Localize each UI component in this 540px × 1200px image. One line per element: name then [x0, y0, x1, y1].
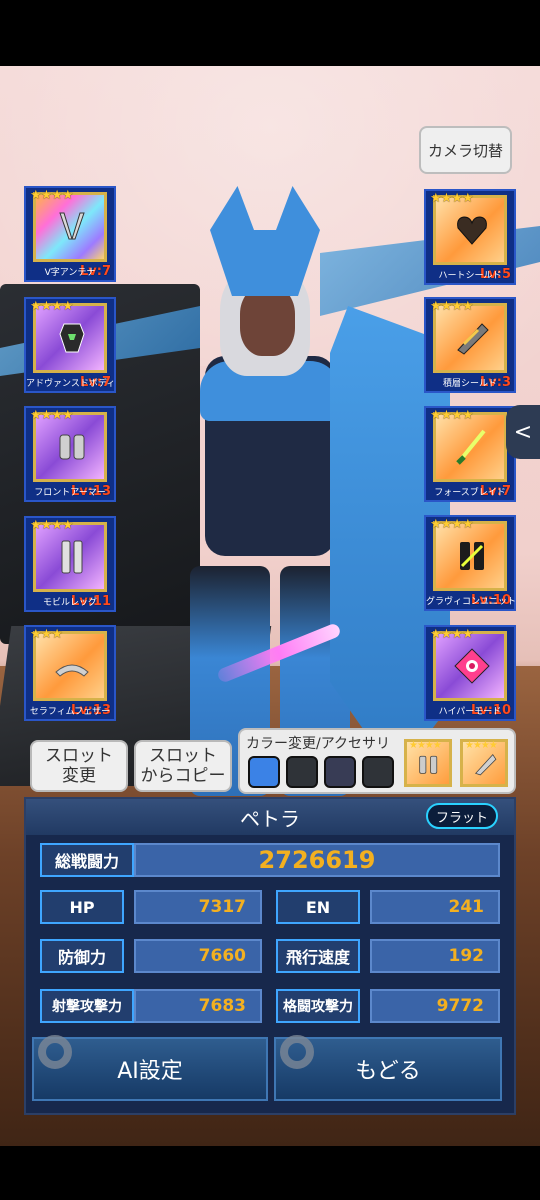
leg-armor-icon	[61, 540, 83, 574]
part-slot-back[interactable]: ★★★ Lv:13 セラフィムフェザー	[24, 625, 116, 721]
ai-settings-button[interactable]: AI設定	[32, 1035, 268, 1101]
stat-value-en: 241	[370, 890, 500, 924]
color-accessory-panel: カラー変更/アクセサリ ★★★★ ★★★★	[238, 728, 516, 794]
color-swatch-3[interactable]	[324, 756, 356, 788]
accessory-slot-2[interactable]: ★★★★	[460, 739, 508, 787]
accessory-claw-icon	[474, 754, 497, 776]
side-panel-toggle[interactable]: <	[506, 405, 540, 459]
front-armor-icon	[59, 434, 85, 460]
color-swatch-1[interactable]	[248, 756, 280, 788]
hyper-mode-icon	[454, 648, 490, 684]
stat-value-melee-attack: 9772	[370, 989, 500, 1023]
accessory-slot-1[interactable]: ★★★★	[404, 739, 452, 787]
accessory-armor-icon	[419, 755, 438, 774]
heart-shield-icon	[457, 216, 487, 245]
stat-label-melee-attack: 格闘攻撃力	[276, 989, 360, 1023]
part-slot-legs[interactable]: ★★★★ Lv:11 モビルレッグ	[24, 516, 116, 612]
color-swatch-2[interactable]	[286, 756, 318, 788]
stat-label-en: EN	[276, 890, 360, 924]
stat-label-hp: HP	[40, 890, 124, 924]
gear-icon	[280, 1035, 314, 1069]
back-button[interactable]: もどる	[274, 1035, 502, 1101]
stat-label-shooting-attack: 射撃攻撃力	[40, 989, 134, 1023]
color-panel-title: カラー変更/アクセサリ	[246, 736, 391, 752]
layered-shield-icon	[457, 323, 489, 355]
wing-feather-icon	[55, 664, 89, 677]
stat-value-shooting-attack: 7683	[134, 989, 262, 1023]
slot-change-button[interactable]: スロット 変更	[30, 740, 128, 792]
gear-icon	[38, 1035, 72, 1069]
stat-label-flight-speed: 飛行速度	[276, 939, 360, 973]
camera-switch-button[interactable]: カメラ切替	[419, 126, 512, 174]
part-slot-arm[interactable]: ★★★★ Lv:5 ハートシールド	[424, 189, 516, 285]
slot-copy-button[interactable]: スロット からコピー	[134, 740, 232, 792]
part-slot-weapon[interactable]: ★★★★ Lv:7 フォースブレイド	[424, 406, 516, 502]
gravicon-unit-icon	[460, 542, 484, 570]
total-power-value: 2726619	[134, 843, 500, 877]
body-armor-icon	[59, 323, 85, 353]
part-slot-unit[interactable]: ★★★★ Lv:10 グラヴィコンユニット	[424, 515, 516, 611]
stat-value-flight-speed: 192	[370, 939, 500, 973]
stat-label-defense: 防御力	[40, 939, 124, 973]
stat-value-defense: 7660	[134, 939, 262, 973]
total-power-label: 総戦闘力	[40, 843, 134, 877]
color-swatch-4[interactable]	[362, 756, 394, 788]
part-slot-waist[interactable]: ★★★★ Lv:13 フロントアーマー	[24, 406, 116, 502]
sword-icon	[456, 429, 486, 465]
stat-value-hp: 7317	[134, 890, 262, 924]
mode-badge[interactable]: フラット	[426, 803, 498, 829]
mecha-girl-character	[150, 186, 450, 806]
antenna-icon	[59, 212, 85, 240]
part-slot-body[interactable]: ★★★★ Lv:7 アドヴァンスドボディ	[24, 297, 116, 393]
part-slot-mode[interactable]: ★★★★ Lv:10 ハイパーモード	[424, 625, 516, 721]
character-name: ペトラ	[240, 806, 300, 831]
part-slot-head[interactable]: ★★★★ Lv:7 V字アンテナ	[24, 186, 116, 282]
part-slot-shield[interactable]: ★★★★ Lv:3 積層シールド	[424, 297, 516, 393]
